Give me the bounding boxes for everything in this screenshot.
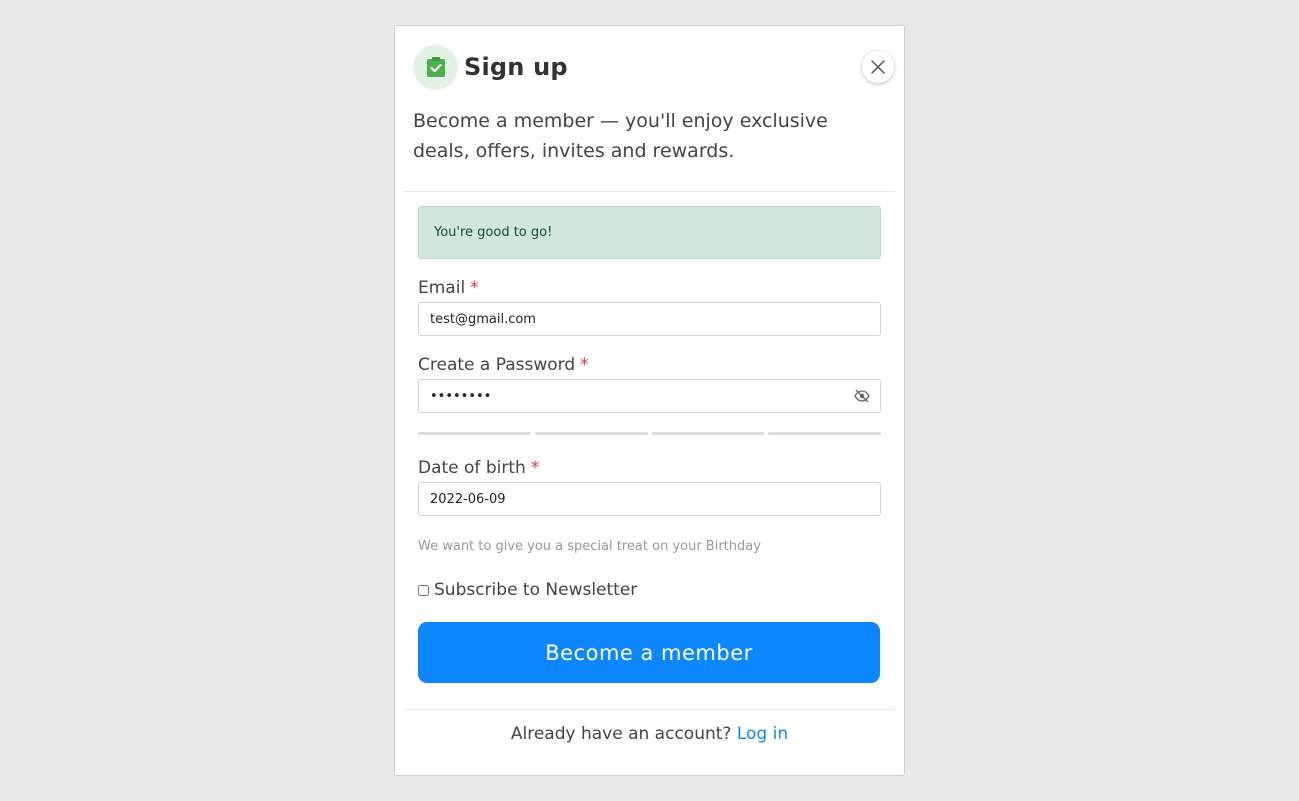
eye-slash-icon[interactable] xyxy=(854,389,870,407)
success-alert: You're good to go! xyxy=(418,206,881,259)
modal-footer: Already have an account? Log in xyxy=(395,724,904,744)
password-input[interactable]: •••••••• xyxy=(418,379,881,413)
newsletter-checkbox[interactable] xyxy=(418,584,429,596)
signup-modal: Sign up Become a member — you'll enjoy e… xyxy=(394,25,905,776)
dob-value: 2022-06-09 xyxy=(430,491,506,507)
email-input[interactable]: test@gmail.com xyxy=(418,302,881,336)
modal-subtitle: Become a member — you'll enjoy exclusive… xyxy=(413,110,828,162)
strength-segment xyxy=(651,432,765,435)
strength-segment xyxy=(418,432,531,435)
footer-divider xyxy=(404,709,895,710)
email-value: test@gmail.com xyxy=(430,311,536,327)
newsletter-label: Subscribe to Newsletter xyxy=(434,580,638,600)
modal-header: Sign up Become a member — you'll enjoy e… xyxy=(395,26,904,191)
strength-segment xyxy=(534,432,648,435)
required-mark: * xyxy=(470,278,479,298)
page-background: { "modal": { "title": "Sign up", "subtit… xyxy=(0,0,1299,801)
password-label: Create a Password * xyxy=(418,355,589,375)
password-value: •••••••• xyxy=(430,388,492,404)
newsletter-row[interactable]: Subscribe to Newsletter xyxy=(418,580,881,600)
strength-segment xyxy=(768,432,881,435)
become-member-button[interactable]: Become a member xyxy=(418,622,880,683)
dob-label: Date of birth * xyxy=(418,458,540,478)
dob-hint: We want to give you a special treat on y… xyxy=(418,539,761,554)
clipboard-check-icon xyxy=(413,44,458,90)
login-link[interactable]: Log in xyxy=(737,724,788,744)
close-button[interactable] xyxy=(862,51,894,83)
password-strength-meter xyxy=(418,432,881,435)
title-row: Sign up xyxy=(413,44,886,90)
close-icon xyxy=(871,60,885,74)
email-label: Email * xyxy=(418,278,479,298)
required-mark: * xyxy=(530,458,540,478)
signup-form: You're good to go! Email * test@gmail.co… xyxy=(395,192,904,683)
dob-input[interactable]: 2022-06-09 xyxy=(418,482,881,516)
required-mark: * xyxy=(580,355,589,375)
login-prompt: Already have an account? xyxy=(510,724,732,744)
modal-title: Sign up xyxy=(464,53,568,81)
